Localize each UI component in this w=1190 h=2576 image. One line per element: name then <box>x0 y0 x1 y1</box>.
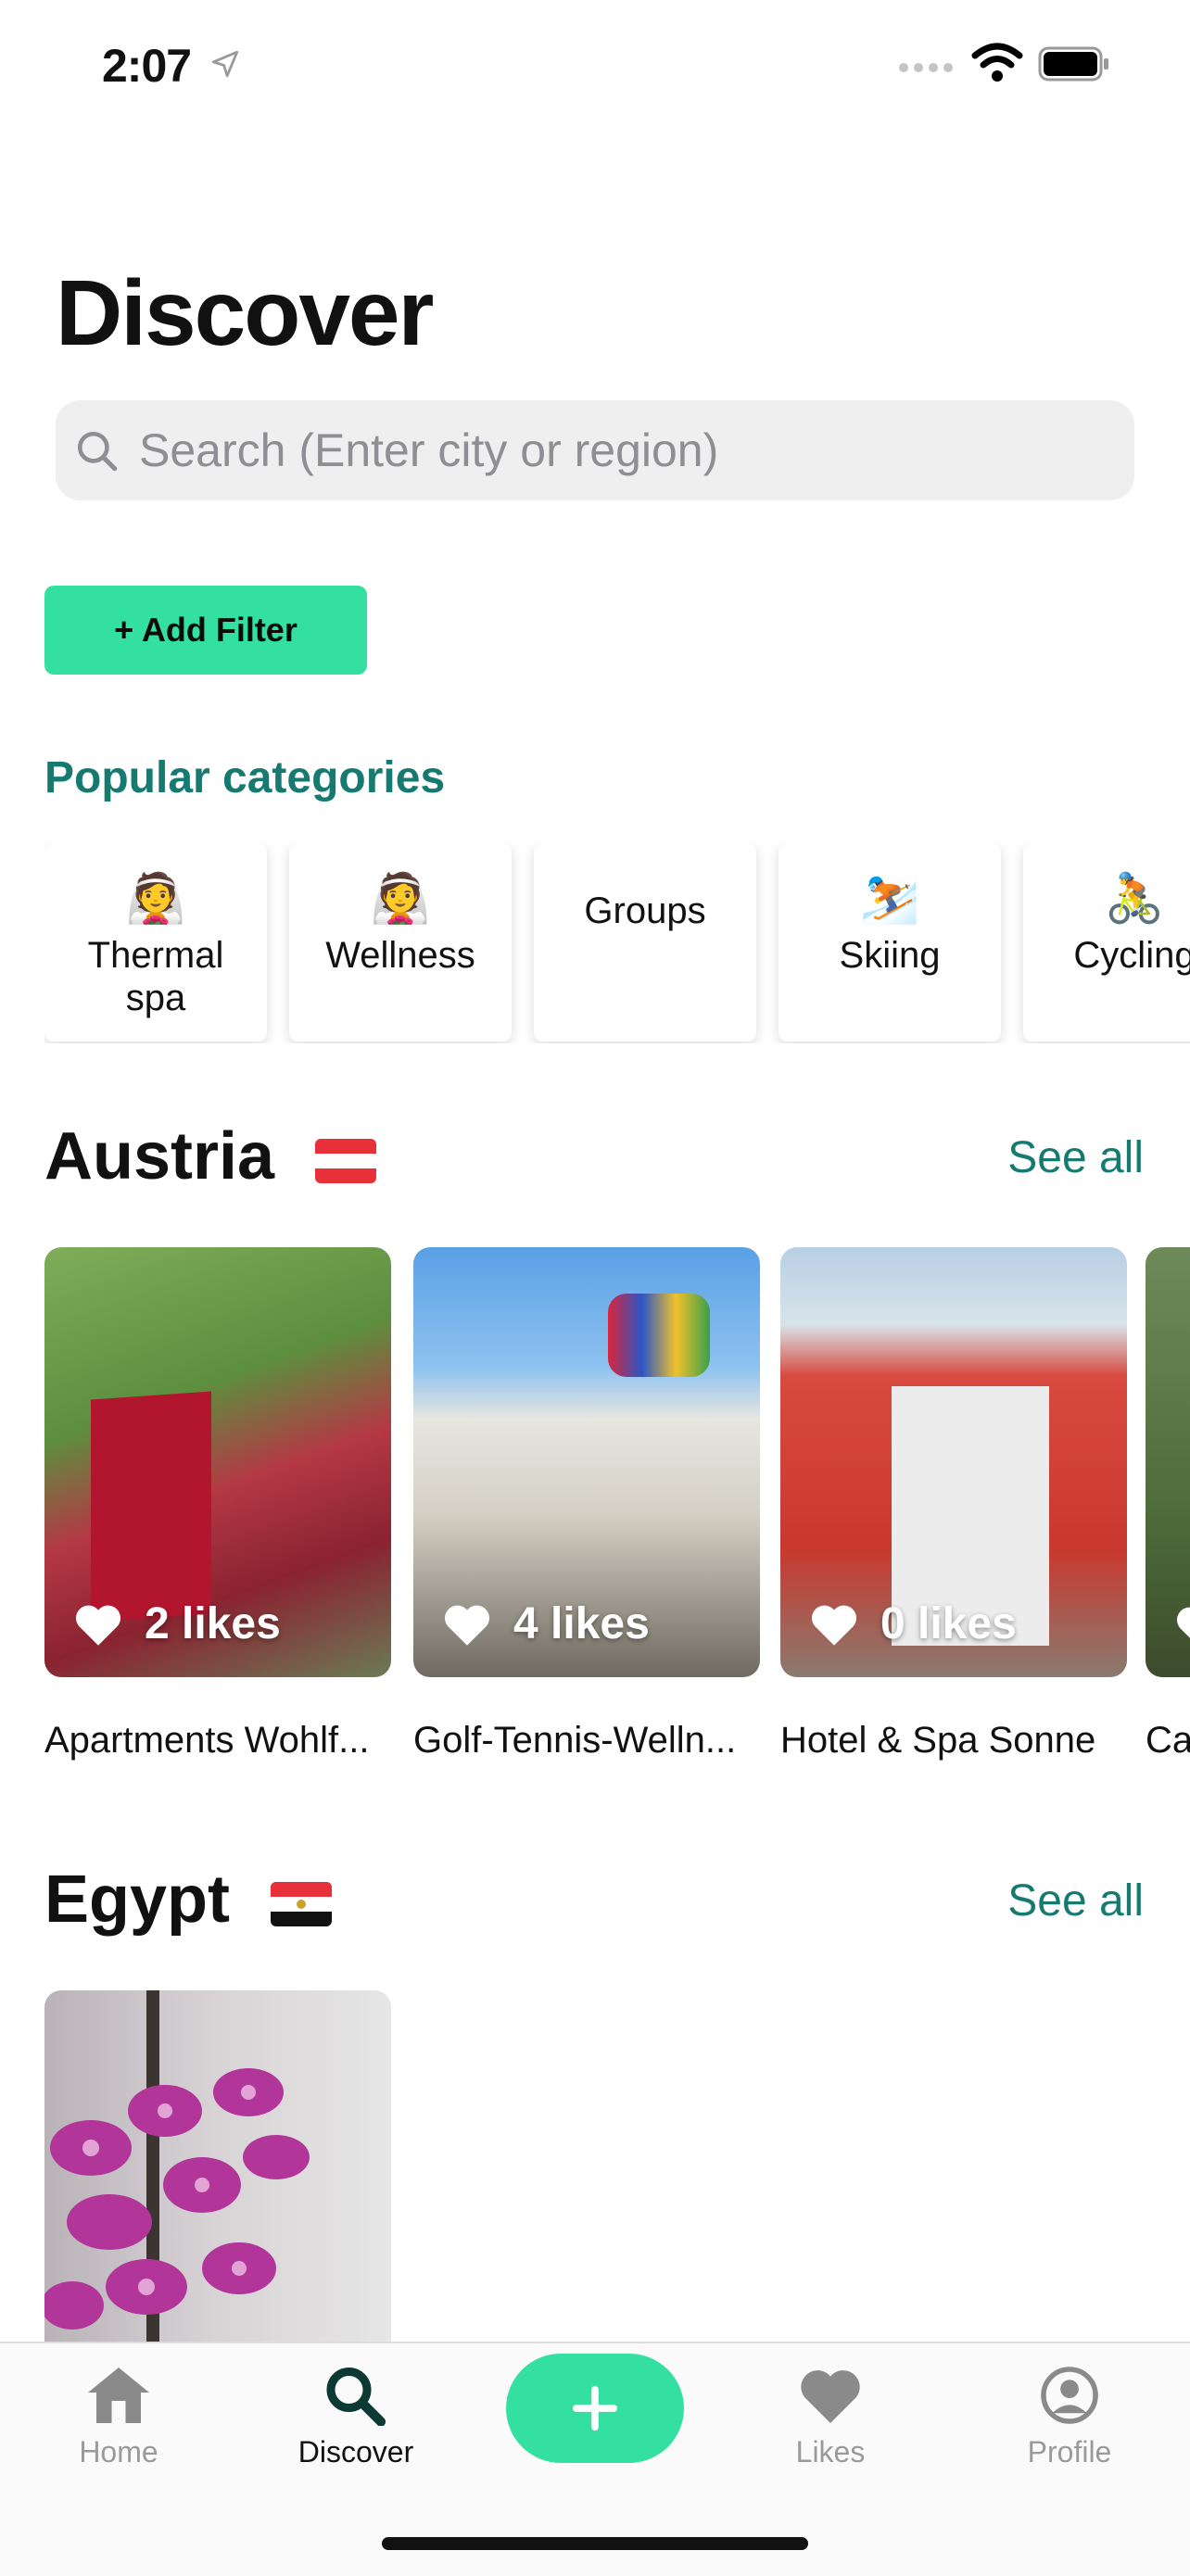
category-label: Wellness <box>325 935 475 976</box>
hotel-card-title[interactable]: Ca <box>1146 1720 1190 1762</box>
category-groups[interactable]: Groups <box>534 843 756 1042</box>
hotel-card-title[interactable]: Golf-Tennis-Welln... <box>413 1720 736 1762</box>
tab-label: Likes <box>795 2435 866 2469</box>
likes-indicator[interactable]: 0 likes <box>808 1598 1017 1649</box>
hotel-card[interactable]: 2 likes <box>44 1247 391 1677</box>
location-arrow-icon <box>211 50 239 78</box>
battery-icon <box>1038 46 1108 82</box>
search-icon <box>326 2368 386 2426</box>
tab-home[interactable]: Home <box>26 2365 211 2469</box>
hotel-card[interactable] <box>1146 1247 1190 1677</box>
add-button[interactable] <box>506 2354 684 2463</box>
tab-discover[interactable]: Discover <box>263 2365 449 2469</box>
cyclist-emoji-icon: 🚴 <box>1104 872 1165 926</box>
heart-icon <box>1176 1607 1190 1638</box>
skier-emoji-icon: ⛷️ <box>859 872 920 926</box>
section-title: Austria <box>44 1119 275 1193</box>
section-title: Egypt <box>44 1863 231 1937</box>
category-label: Cycling <box>1073 935 1190 976</box>
hotel-photo <box>91 1391 211 1623</box>
egypt-flag-icon <box>271 1881 333 1926</box>
hotel-photo <box>44 1990 310 2342</box>
page-title: Discover <box>56 261 434 365</box>
category-label: Skiing <box>839 935 941 976</box>
likes-count: 4 likes <box>513 1599 650 1648</box>
hotel-card[interactable]: 0 likes <box>780 1247 1127 1677</box>
bride-emoji-icon: 👰 <box>370 872 431 926</box>
hotel-card-title[interactable]: Hotel & Spa Sonne <box>780 1720 1095 1762</box>
hotel-card-title[interactable]: Apartments Wohlf... <box>44 1720 370 1762</box>
home-indicator <box>382 2537 808 2550</box>
likes-count: 2 likes <box>145 1599 281 1648</box>
heart-icon <box>801 2370 860 2423</box>
category-wellness[interactable]: 👰 Wellness <box>289 843 512 1042</box>
section-title-austria: Austria <box>44 1123 377 1190</box>
category-cycling[interactable]: 🚴 Cycling <box>1023 843 1190 1042</box>
category-thermal-spa[interactable]: 👰 Thermal spa <box>44 843 267 1042</box>
tab-likes[interactable]: Likes <box>738 2365 923 2469</box>
categories-carousel[interactable]: 👰 Thermal spa 👰 Wellness Groups ⛷️ Skiin… <box>44 843 1190 1043</box>
category-label: Groups <box>584 890 706 931</box>
category-label: Thermal spa <box>87 935 224 1018</box>
likes-count: 0 likes <box>880 1599 1017 1648</box>
tab-label: Profile <box>1027 2435 1112 2469</box>
bride-emoji-icon: 👰 <box>125 872 186 926</box>
tab-label: Home <box>79 2435 158 2469</box>
section-title-egypt: Egypt <box>44 1866 333 1933</box>
popular-categories-heading: Popular categories <box>44 753 446 802</box>
likes-indicator[interactable]: 2 likes <box>72 1598 281 1649</box>
status-time: 2:07 <box>102 40 192 92</box>
category-skiing[interactable]: ⛷️ Skiing <box>779 843 1001 1042</box>
likes-indicator[interactable]: 4 likes <box>441 1598 650 1649</box>
hotel-photo <box>608 1294 710 1377</box>
search-input[interactable] <box>139 400 1103 500</box>
search-icon <box>77 431 118 472</box>
heart-icon <box>75 1605 121 1646</box>
see-all-egypt-link[interactable]: See all <box>1007 1875 1144 1926</box>
tab-profile[interactable]: Profile <box>977 2365 1162 2469</box>
profile-icon <box>1041 2367 1098 2424</box>
hotel-card[interactable] <box>44 1990 391 2342</box>
wifi-icon <box>971 43 1023 82</box>
hotel-card[interactable]: 4 likes <box>413 1247 760 1677</box>
heart-icon <box>811 1605 857 1646</box>
austria-flag-icon <box>315 1138 377 1183</box>
austria-hotels-carousel[interactable]: 2 likes 4 likes 0 likes Apartments Wohlf… <box>44 1247 1190 1785</box>
see-all-austria-link[interactable]: See all <box>1007 1132 1144 1183</box>
home-icon <box>88 2368 149 2423</box>
tab-label: Discover <box>298 2435 414 2469</box>
cellular-signal-icon <box>899 63 953 72</box>
heart-icon <box>444 1605 490 1646</box>
plus-icon <box>572 2385 618 2431</box>
add-filter-button[interactable]: + Add Filter <box>44 586 367 675</box>
